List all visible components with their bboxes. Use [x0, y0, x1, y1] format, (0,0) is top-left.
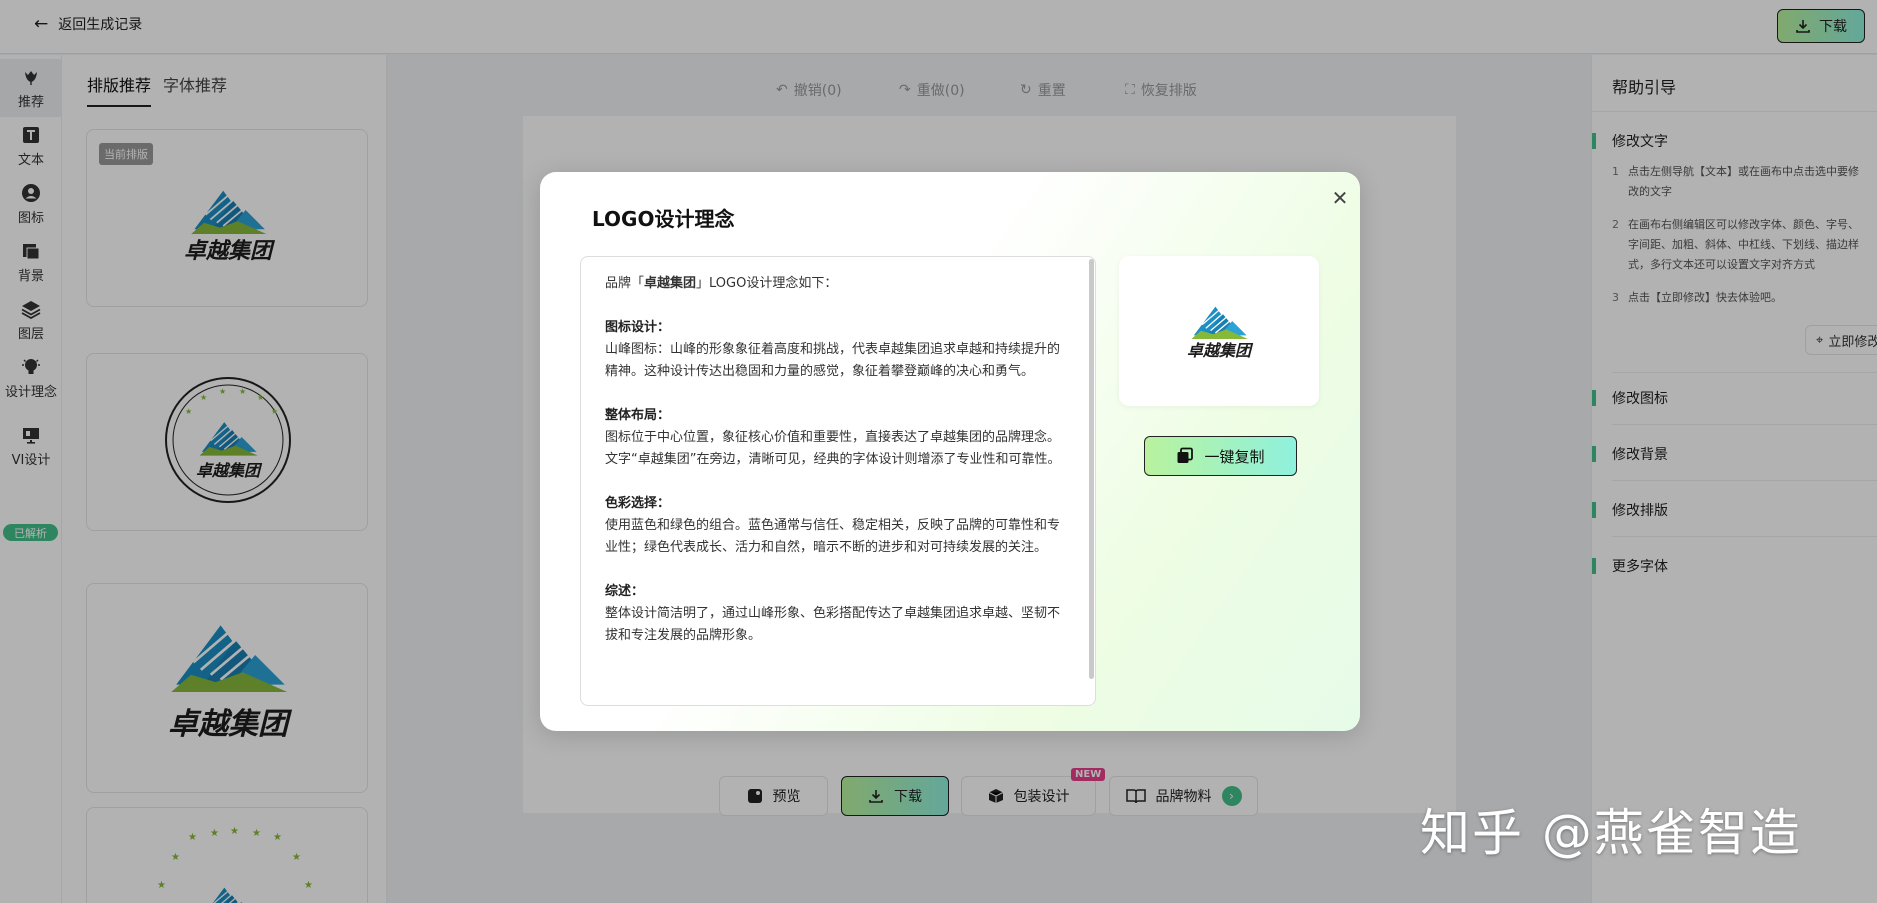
concept-section: 整体布局： 图标位于中心位置，象征核心价值和重要性，直接表达了卓越集团的品牌理念。… [605, 405, 1065, 471]
copy-label: 一键复制 [1204, 447, 1265, 466]
concept-text: 品牌「卓越集团」LOGO设计理念如下： 图标设计： 山峰图标：山峰的形象象征着高度… [581, 257, 1087, 705]
intro-prefix: 品牌「 [605, 276, 645, 291]
copy-all-button[interactable]: 一键复制 [1144, 436, 1297, 476]
brand-name-text: 卓越集团 [1187, 341, 1254, 360]
concept-section: 图标设计： 山峰图标：山峰的形象象征着高度和挑战，代表卓越集团追求卓越和持续提升的… [605, 317, 1065, 383]
section-body: 使用蓝色和绿色的组合。蓝色通常与信任、稳定相关，反映了品牌的可靠性和专业性；绿色… [605, 518, 1061, 555]
intro-suffix: 」LOGO设计理念如下： [696, 276, 838, 291]
section-heading: 色彩选择： [605, 496, 671, 511]
watermark: 知乎 @燕雀智造 [1420, 804, 1802, 862]
concept-textbox[interactable]: 品牌「卓越集团」LOGO设计理念如下： 图标设计： 山峰图标：山峰的形象象征着高度… [580, 256, 1096, 706]
logo-image: 卓越集团 [1187, 305, 1254, 360]
concept-section: 综述： 整体设计简洁明了，通过山峰形象、色彩搭配传达了卓越集团追求卓越、坚韧不拔和… [605, 581, 1065, 647]
section-body: 整体设计简洁明了，通过山峰形象、色彩搭配传达了卓越集团追求卓越、坚韧不拔和专注发… [605, 606, 1061, 643]
logo-preview-card: 卓越集团 [1119, 256, 1319, 406]
intro-brand: 卓越集团 [644, 276, 697, 291]
section-heading: 整体布局： [605, 408, 671, 423]
close-icon[interactable]: ✕ [1328, 186, 1352, 210]
concept-section: 色彩选择： 使用蓝色和绿色的组合。蓝色通常与信任、稳定相关，反映了品牌的可靠性和专… [605, 493, 1065, 559]
section-body: 山峰图标：山峰的形象象征着高度和挑战，代表卓越集团追求卓越和持续提升的精神。这种… [605, 342, 1061, 379]
copy-icon [1177, 447, 1194, 463]
section-body: 图标位于中心位置，象征核心价值和重要性，直接表达了卓越集团的品牌理念。文字“卓越… [605, 430, 1061, 467]
intro-paragraph: 品牌「卓越集团」LOGO设计理念如下： [605, 273, 1065, 295]
section-heading: 综述： [605, 584, 645, 599]
design-concept-dialog: LOGO设计理念 ✕ 品牌「卓越集团」LOGO设计理念如下： 图标设计： 山峰图标… [540, 172, 1360, 731]
dialog-title: LOGO设计理念 [592, 207, 735, 231]
scrollbar[interactable] [1089, 259, 1094, 679]
section-heading: 图标设计： [605, 320, 671, 335]
